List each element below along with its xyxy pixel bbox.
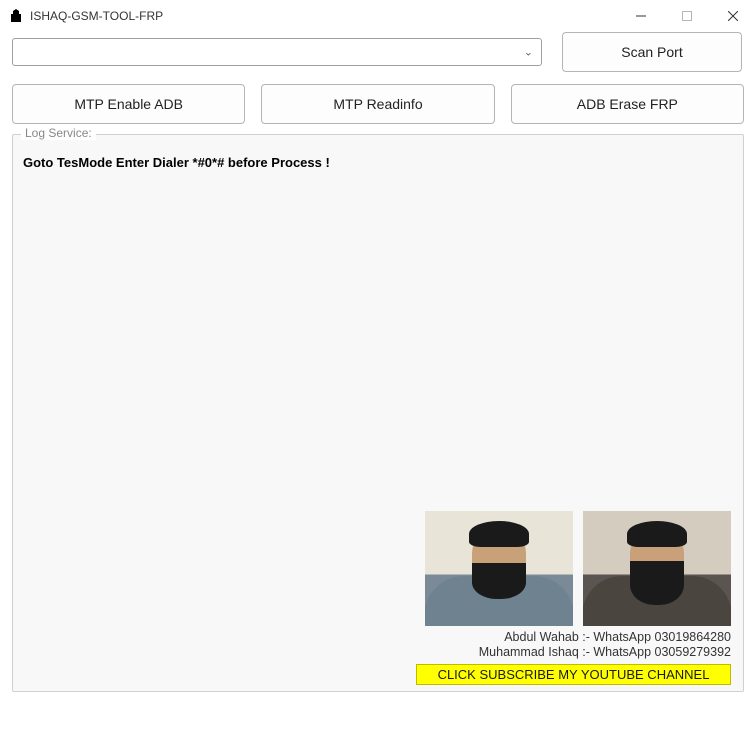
minimize-button[interactable] <box>618 0 664 32</box>
log-message: Goto TesMode Enter Dialer *#0*# before P… <box>23 155 733 170</box>
window-controls <box>618 0 756 32</box>
port-combobox[interactable]: ⌄ <box>12 38 542 66</box>
maximize-button[interactable] <box>664 0 710 32</box>
adb-erase-frp-button[interactable]: ADB Erase FRP <box>511 84 744 124</box>
log-service-legend: Log Service: <box>21 126 96 140</box>
titlebar: ISHAQ-GSM-TOOL-FRP <box>0 0 756 32</box>
mtp-readinfo-button[interactable]: MTP Readinfo <box>261 84 494 124</box>
log-service-panel: Log Service: Goto TesMode Enter Dialer *… <box>12 134 744 692</box>
author-photo-1 <box>425 511 573 626</box>
content-area: ⌄ Scan Port MTP Enable ADB MTP Readinfo … <box>0 32 756 704</box>
scan-port-button[interactable]: Scan Port <box>562 32 742 72</box>
author-photos <box>416 511 731 626</box>
mtp-enable-adb-button[interactable]: MTP Enable ADB <box>12 84 245 124</box>
youtube-subscribe-banner[interactable]: CLICK SUBSCRIBE MY YOUTUBE CHANNEL <box>416 664 731 685</box>
footer-block: Abdul Wahab :- WhatsApp 03019864280 Muha… <box>416 511 731 685</box>
chevron-down-icon: ⌄ <box>524 46 533 59</box>
author-photo-2 <box>583 511 731 626</box>
app-icon <box>8 8 24 24</box>
contact-line-2: Muhammad Ishaq :- WhatsApp 03059279392 <box>416 645 731 661</box>
window-title: ISHAQ-GSM-TOOL-FRP <box>30 9 163 23</box>
contact-line-1: Abdul Wahab :- WhatsApp 03019864280 <box>416 630 731 646</box>
close-button[interactable] <box>710 0 756 32</box>
